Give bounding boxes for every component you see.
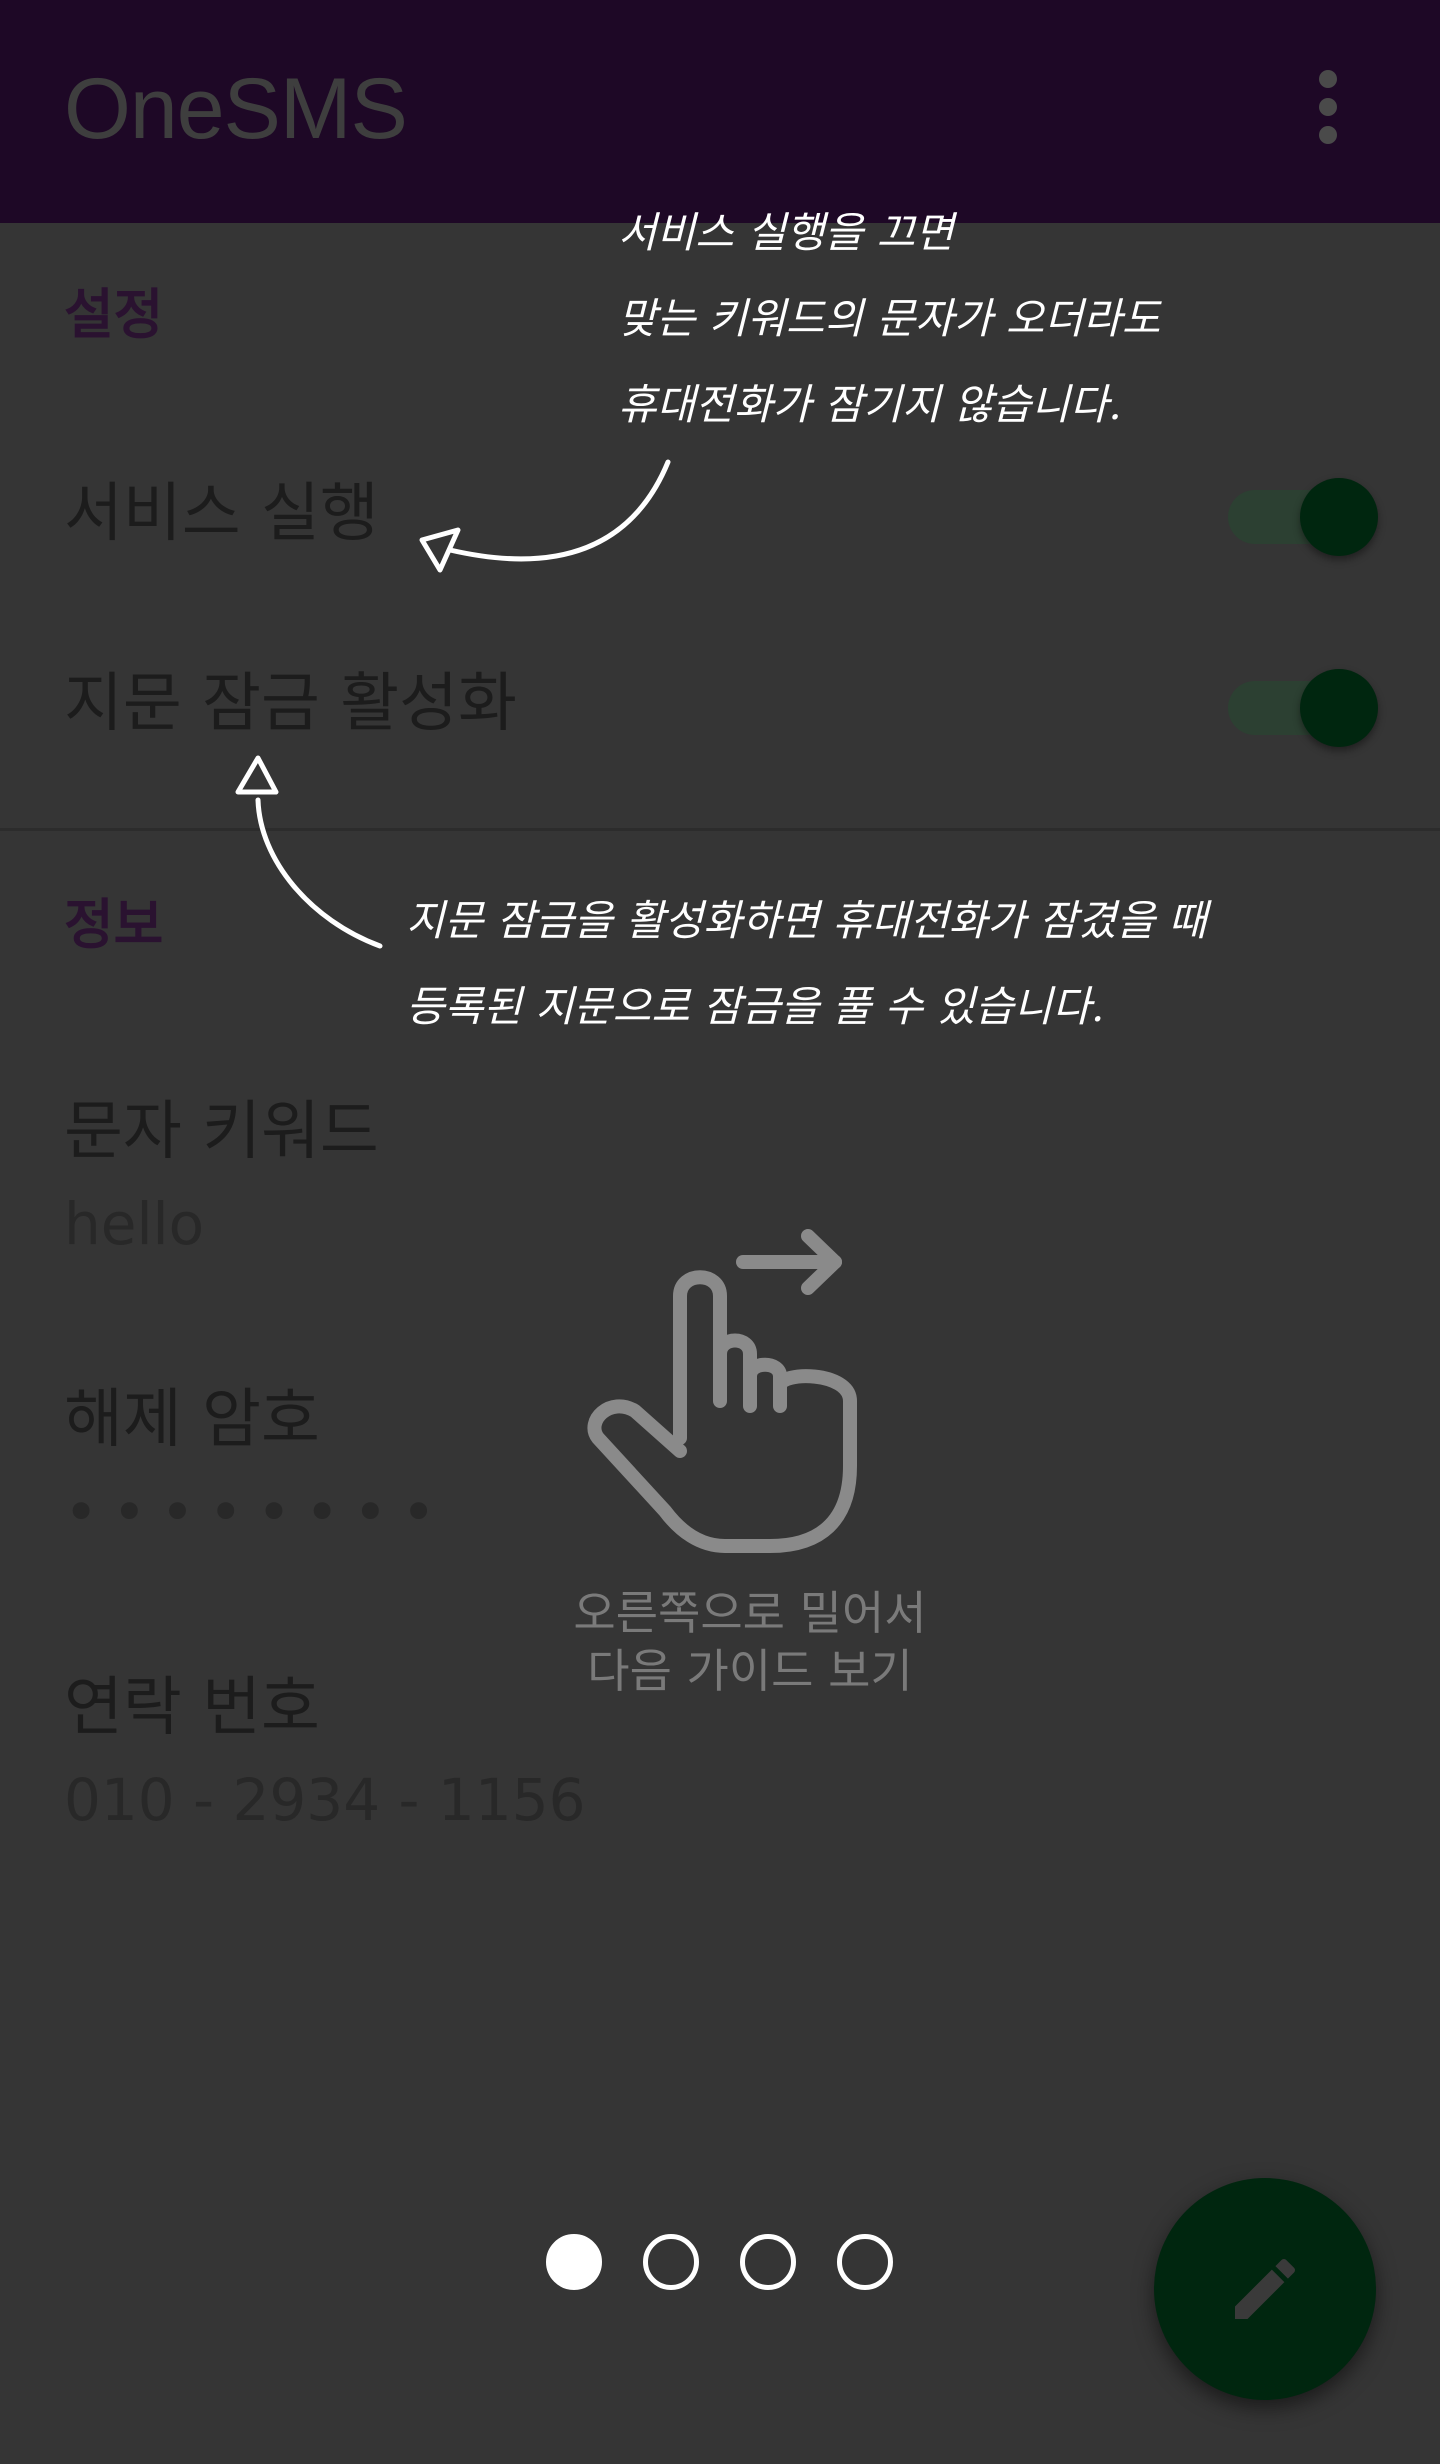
section-header-info: 정보 xyxy=(64,893,164,956)
unlock-password-label[interactable]: 해제 암호 xyxy=(64,1368,320,1460)
swipe-hint-line: 다음 가이드 보기 xyxy=(587,1644,913,1698)
switch-thumb xyxy=(1300,669,1378,747)
guide-note-line: 휴대전화가 잠기지 않습니다. xyxy=(618,380,1122,429)
guide-note-fingerprint: 지문 잠금을 활성화하면 휴대전화가 잠겼을 때 등록된 지문으로 잠금을 풀 … xyxy=(406,878,1207,1050)
page-dot[interactable] xyxy=(740,2234,796,2290)
more-vert-icon[interactable] xyxy=(1300,70,1356,160)
page-dot-active[interactable] xyxy=(546,2234,602,2290)
edit-pencil-icon xyxy=(1235,2258,1296,2319)
curved-arrow-icon xyxy=(419,459,671,573)
page-dot[interactable] xyxy=(643,2234,699,2290)
section-header-settings: 설정 xyxy=(64,283,164,346)
swipe-hint-line: 오른쪽으로 밀어서 xyxy=(573,1586,927,1640)
guide-note-line: 맞는 키워드의 문자가 오더라도 xyxy=(618,294,1161,343)
guide-note-line: 지문 잠금을 활성화하면 휴대전화가 잠겼을 때 xyxy=(406,896,1207,945)
unlock-password-value: •••••••• xyxy=(64,1478,450,1546)
swipe-right-hand-icon xyxy=(587,1229,857,1553)
section-divider xyxy=(0,828,1440,831)
edit-fab-button[interactable] xyxy=(1154,2178,1376,2400)
contact-number-label[interactable]: 연락 번호 xyxy=(64,1656,320,1748)
fingerprint-lock-switch[interactable] xyxy=(1228,653,1378,753)
service-run-switch[interactable] xyxy=(1228,462,1378,562)
guide-note-line: 서비스 실행을 끄면 xyxy=(618,208,954,257)
swipe-hint: 오른쪽으로 밀어서 다음 가이드 보기 xyxy=(460,1584,1040,1700)
fingerprint-lock-label: 지문 잠금 활성화 xyxy=(64,667,517,741)
guide-note-line: 등록된 지문으로 잠금을 풀 수 있습니다. xyxy=(406,982,1105,1031)
contact-number-value: 010 - 2934 - 1156 xyxy=(64,1766,586,1834)
app-title: OneSMS xyxy=(64,61,408,157)
switch-thumb xyxy=(1300,478,1378,556)
service-run-label: 서비스 실행 xyxy=(64,477,379,551)
page-dot[interactable] xyxy=(837,2234,893,2290)
sms-keyword-value: hello xyxy=(64,1190,205,1258)
sms-keyword-label[interactable]: 문자 키워드 xyxy=(64,1080,379,1172)
guide-note-service: 서비스 실행을 끄면 맞는 키워드의 문자가 오더라도 휴대전화가 잠기지 않습… xyxy=(618,190,1160,448)
curved-arrow-icon xyxy=(235,755,383,949)
